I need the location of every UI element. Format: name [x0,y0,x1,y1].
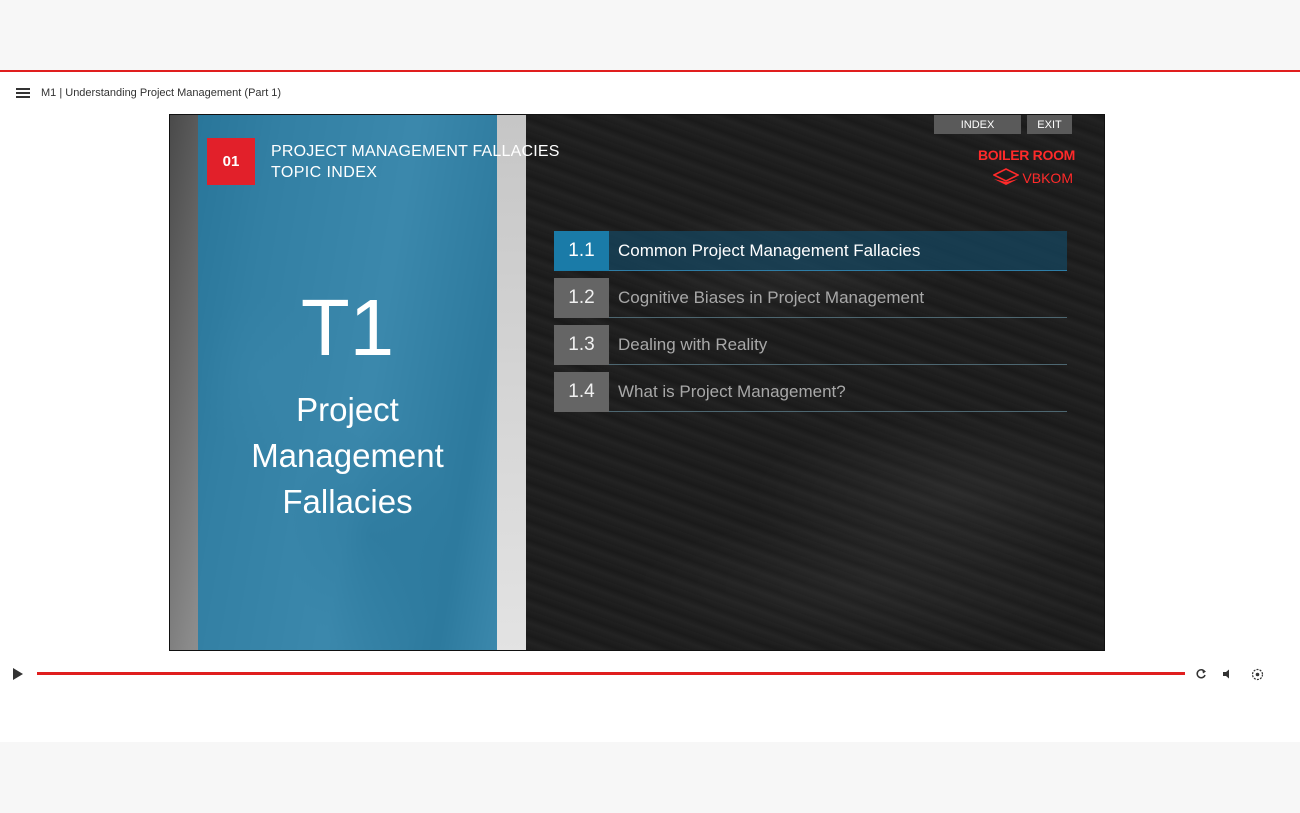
topic-menu: 1.1 Common Project Management Fallacies … [554,230,1067,419]
index-button[interactable]: INDEX [934,115,1021,134]
topic-title-line: Fallacies [282,483,413,520]
volume-icon[interactable] [1219,666,1235,682]
topic-item-1-4[interactable]: 1.4 What is Project Management? [554,371,1067,412]
play-icon[interactable] [13,668,23,680]
topic-item-number: 1.4 [554,371,609,412]
boiler-room-logo: BOILER ROOM [978,147,1076,163]
topic-item-label: What is Project Management? [618,381,846,401]
photo-edge [497,115,526,650]
topic-item-1-3[interactable]: 1.3 Dealing with Reality [554,324,1067,365]
player-title-bar: M1 | Understanding Project Management (P… [0,72,1300,114]
slide-subheading: TOPIC INDEX [271,164,378,181]
module-number-badge: 01 [207,138,255,185]
slide-heading: PROJECT MANAGEMENT FALLACIES [271,143,560,160]
topic-item-label: Common Project Management Fallacies [618,240,921,260]
topic-code: T1 [300,283,395,372]
topic-item-1-1[interactable]: 1.1 Common Project Management Fallacies [554,230,1067,271]
menu-icon[interactable] [16,88,30,98]
slide: 01 PROJECT MANAGEMENT FALLACIES TOPIC IN… [169,114,1105,651]
seek-bar[interactable] [37,672,1185,675]
vbkom-logo-text: VBKOM [1022,170,1073,186]
replay-icon[interactable] [1193,666,1209,682]
topic-item-number: 1.1 [554,230,609,271]
topic-item-1-2[interactable]: 1.2 Cognitive Biases in Project Manageme… [554,277,1067,318]
settings-icon[interactable] [1249,666,1265,682]
playback-controls [0,660,1300,690]
topic-panel [198,115,497,650]
vbkom-mark-icon [993,168,1020,185]
topic-title: Project Management Fallacies [198,387,497,525]
course-player: M1 | Understanding Project Management (P… [0,72,1300,742]
top-band [0,0,1300,70]
topic-item-label: Cognitive Biases in Project Management [618,287,925,307]
course-title: M1 | Understanding Project Management (P… [41,87,282,99]
topic-title-line: Management [251,437,444,474]
vbkom-logo: VBKOM [978,167,1073,189]
topic-item-label: Dealing with Reality [618,334,768,354]
topic-item-number: 1.3 [554,324,609,365]
bottom-band [0,742,1300,813]
topic-item-number: 1.2 [554,277,609,318]
exit-button[interactable]: EXIT [1027,115,1072,134]
topic-title-line: Project [296,391,399,428]
